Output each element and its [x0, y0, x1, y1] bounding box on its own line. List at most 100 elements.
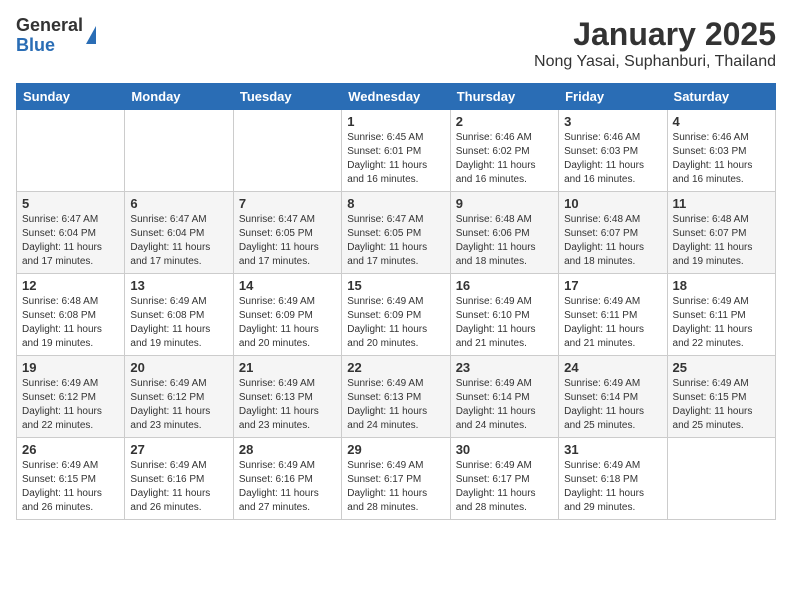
weekday-header-tuesday: Tuesday	[233, 84, 341, 110]
day-number: 10	[564, 196, 661, 211]
logo: General Blue	[16, 16, 96, 56]
calendar-cell: 12 Sunrise: 6:48 AMSunset: 6:08 PMDayligh…	[17, 274, 125, 356]
day-info: Sunrise: 6:49 AMSunset: 6:17 PMDaylight:…	[347, 459, 444, 515]
day-number: 26	[22, 442, 119, 457]
calendar-cell: 4Sunrise: 6:46 AMSunset: 6:03 PMDaylight…	[667, 110, 775, 192]
calendar-cell: 27 Sunrise: 6:49 AMSunset: 6:16 PMDayligh…	[125, 438, 233, 520]
weekday-header-sunday: Sunday	[17, 84, 125, 110]
day-number: 22	[347, 360, 444, 375]
day-info: Sunrise: 6:47 AMSunset: 6:05 PMDaylight:…	[347, 213, 444, 269]
day-number: 19	[22, 360, 119, 375]
day-number: 4	[673, 114, 770, 129]
calendar-cell: 18 Sunrise: 6:49 AMSunset: 6:11 PMDayligh…	[667, 274, 775, 356]
day-info: Sunrise: 6:48 AMSunset: 6:08 PMDaylight:…	[22, 295, 119, 351]
day-number: 13	[130, 278, 227, 293]
day-number: 5	[22, 196, 119, 211]
calendar-cell: 26 Sunrise: 6:49 AMSunset: 6:15 PMDayligh…	[17, 438, 125, 520]
day-number: 6	[130, 196, 227, 211]
calendar-cell: 31 Sunrise: 6:49 AMSunset: 6:18 PMDayligh…	[559, 438, 667, 520]
day-number: 14	[239, 278, 336, 293]
weekday-header-wednesday: Wednesday	[342, 84, 450, 110]
calendar-cell: 1 Sunrise: 6:45 AMSunset: 6:01 PMDaylight…	[342, 110, 450, 192]
day-number: 30	[456, 442, 553, 457]
day-info: Sunrise: 6:49 AMSunset: 6:15 PMDaylight:…	[673, 377, 770, 433]
calendar-cell: 23 Sunrise: 6:49 AMSunset: 6:14 PMDayligh…	[450, 356, 558, 438]
calendar-cell	[667, 438, 775, 520]
calendar-week-2: 5 Sunrise: 6:47 AMSunset: 6:04 PMDaylight…	[17, 192, 776, 274]
day-number: 21	[239, 360, 336, 375]
calendar-cell: 19Sunrise: 6:49 AMSunset: 6:12 PMDayligh…	[17, 356, 125, 438]
logo-text: General Blue	[16, 16, 83, 56]
day-number: 29	[347, 442, 444, 457]
calendar-cell: 2 Sunrise: 6:46 AMSunset: 6:02 PMDaylight…	[450, 110, 558, 192]
calendar-week-1: 1 Sunrise: 6:45 AMSunset: 6:01 PMDaylight…	[17, 110, 776, 192]
calendar-cell: 21Sunrise: 6:49 AMSunset: 6:13 PMDayligh…	[233, 356, 341, 438]
logo-blue: Blue	[16, 36, 83, 56]
day-info: Sunrise: 6:47 AMSunset: 6:04 PMDaylight:…	[130, 213, 227, 269]
day-info: Sunrise: 6:49 AMSunset: 6:14 PMDaylight:…	[456, 377, 553, 433]
logo-general: General	[16, 16, 83, 36]
calendar-week-3: 12 Sunrise: 6:48 AMSunset: 6:08 PMDayligh…	[17, 274, 776, 356]
calendar-cell: 29 Sunrise: 6:49 AMSunset: 6:17 PMDayligh…	[342, 438, 450, 520]
day-number: 18	[673, 278, 770, 293]
calendar-cell: 30 Sunrise: 6:49 AMSunset: 6:17 PMDayligh…	[450, 438, 558, 520]
page-header: General Blue January 2025 Nong Yasai, Su…	[16, 16, 776, 71]
calendar-cell: 9 Sunrise: 6:48 AMSunset: 6:06 PMDaylight…	[450, 192, 558, 274]
day-info: Sunrise: 6:49 AMSunset: 6:17 PMDaylight:…	[456, 459, 553, 515]
calendar-cell: 28Sunrise: 6:49 AMSunset: 6:16 PMDayligh…	[233, 438, 341, 520]
day-number: 27	[130, 442, 227, 457]
day-info: Sunrise: 6:49 AMSunset: 6:16 PMDaylight:…	[239, 459, 336, 515]
calendar-cell: 5 Sunrise: 6:47 AMSunset: 6:04 PMDaylight…	[17, 192, 125, 274]
day-number: 31	[564, 442, 661, 457]
day-info: Sunrise: 6:48 AMSunset: 6:07 PMDaylight:…	[673, 213, 770, 269]
calendar-cell	[17, 110, 125, 192]
day-number: 2	[456, 114, 553, 129]
day-number: 11	[673, 196, 770, 211]
month-title: January 2025	[534, 16, 776, 53]
day-info: Sunrise: 6:47 AMSunset: 6:04 PMDaylight:…	[22, 213, 119, 269]
day-number: 7	[239, 196, 336, 211]
calendar-cell: 11 Sunrise: 6:48 AMSunset: 6:07 PMDayligh…	[667, 192, 775, 274]
calendar-cell: 3 Sunrise: 6:46 AMSunset: 6:03 PMDaylight…	[559, 110, 667, 192]
day-number: 20	[130, 360, 227, 375]
day-number: 16	[456, 278, 553, 293]
day-number: 1	[347, 114, 444, 129]
calendar-cell: 10 Sunrise: 6:48 AMSunset: 6:07 PMDayligh…	[559, 192, 667, 274]
calendar-cell: 22Sunrise: 6:49 AMSunset: 6:13 PMDayligh…	[342, 356, 450, 438]
day-info: Sunrise: 6:49 AMSunset: 6:11 PMDaylight:…	[564, 295, 661, 351]
calendar-cell: 15 Sunrise: 6:49 AMSunset: 6:09 PMDayligh…	[342, 274, 450, 356]
day-info: Sunrise: 6:49 AMSunset: 6:16 PMDaylight:…	[130, 459, 227, 515]
day-info: Sunrise: 6:47 AMSunset: 6:05 PMDaylight:…	[239, 213, 336, 269]
calendar-week-4: 19Sunrise: 6:49 AMSunset: 6:12 PMDayligh…	[17, 356, 776, 438]
calendar-cell: 25Sunrise: 6:49 AMSunset: 6:15 PMDayligh…	[667, 356, 775, 438]
calendar-cell	[125, 110, 233, 192]
day-info: Sunrise: 6:48 AMSunset: 6:07 PMDaylight:…	[564, 213, 661, 269]
location: Nong Yasai, Suphanburi, Thailand	[534, 53, 776, 71]
calendar-header-row: SundayMondayTuesdayWednesdayThursdayFrid…	[17, 84, 776, 110]
day-info: Sunrise: 6:49 AMSunset: 6:09 PMDaylight:…	[347, 295, 444, 351]
day-number: 15	[347, 278, 444, 293]
day-number: 23	[456, 360, 553, 375]
calendar-cell	[233, 110, 341, 192]
day-number: 17	[564, 278, 661, 293]
day-info: Sunrise: 6:46 AMSunset: 6:02 PMDaylight:…	[456, 131, 553, 187]
day-number: 9	[456, 196, 553, 211]
weekday-header-thursday: Thursday	[450, 84, 558, 110]
day-info: Sunrise: 6:46 AMSunset: 6:03 PMDaylight:…	[564, 131, 661, 187]
calendar-cell: 6 Sunrise: 6:47 AMSunset: 6:04 PMDaylight…	[125, 192, 233, 274]
day-info: Sunrise: 6:49 AMSunset: 6:11 PMDaylight:…	[673, 295, 770, 351]
day-info: Sunrise: 6:49 AMSunset: 6:08 PMDaylight:…	[130, 295, 227, 351]
calendar-cell: 7 Sunrise: 6:47 AMSunset: 6:05 PMDaylight…	[233, 192, 341, 274]
calendar-week-5: 26 Sunrise: 6:49 AMSunset: 6:15 PMDayligh…	[17, 438, 776, 520]
day-info: Sunrise: 6:49 AMSunset: 6:09 PMDaylight:…	[239, 295, 336, 351]
calendar-cell: 17 Sunrise: 6:49 AMSunset: 6:11 PMDayligh…	[559, 274, 667, 356]
day-info: Sunrise: 6:49 AMSunset: 6:10 PMDaylight:…	[456, 295, 553, 351]
day-number: 3	[564, 114, 661, 129]
day-info: Sunrise: 6:45 AMSunset: 6:01 PMDaylight:…	[347, 131, 444, 187]
logo-triangle-icon	[86, 26, 96, 44]
day-info: Sunrise: 6:49 AMSunset: 6:18 PMDaylight:…	[564, 459, 661, 515]
day-info: Sunrise: 6:49 AMSunset: 6:15 PMDaylight:…	[22, 459, 119, 515]
calendar-cell: 14 Sunrise: 6:49 AMSunset: 6:09 PMDayligh…	[233, 274, 341, 356]
day-number: 12	[22, 278, 119, 293]
day-info: Sunrise: 6:48 AMSunset: 6:06 PMDaylight:…	[456, 213, 553, 269]
